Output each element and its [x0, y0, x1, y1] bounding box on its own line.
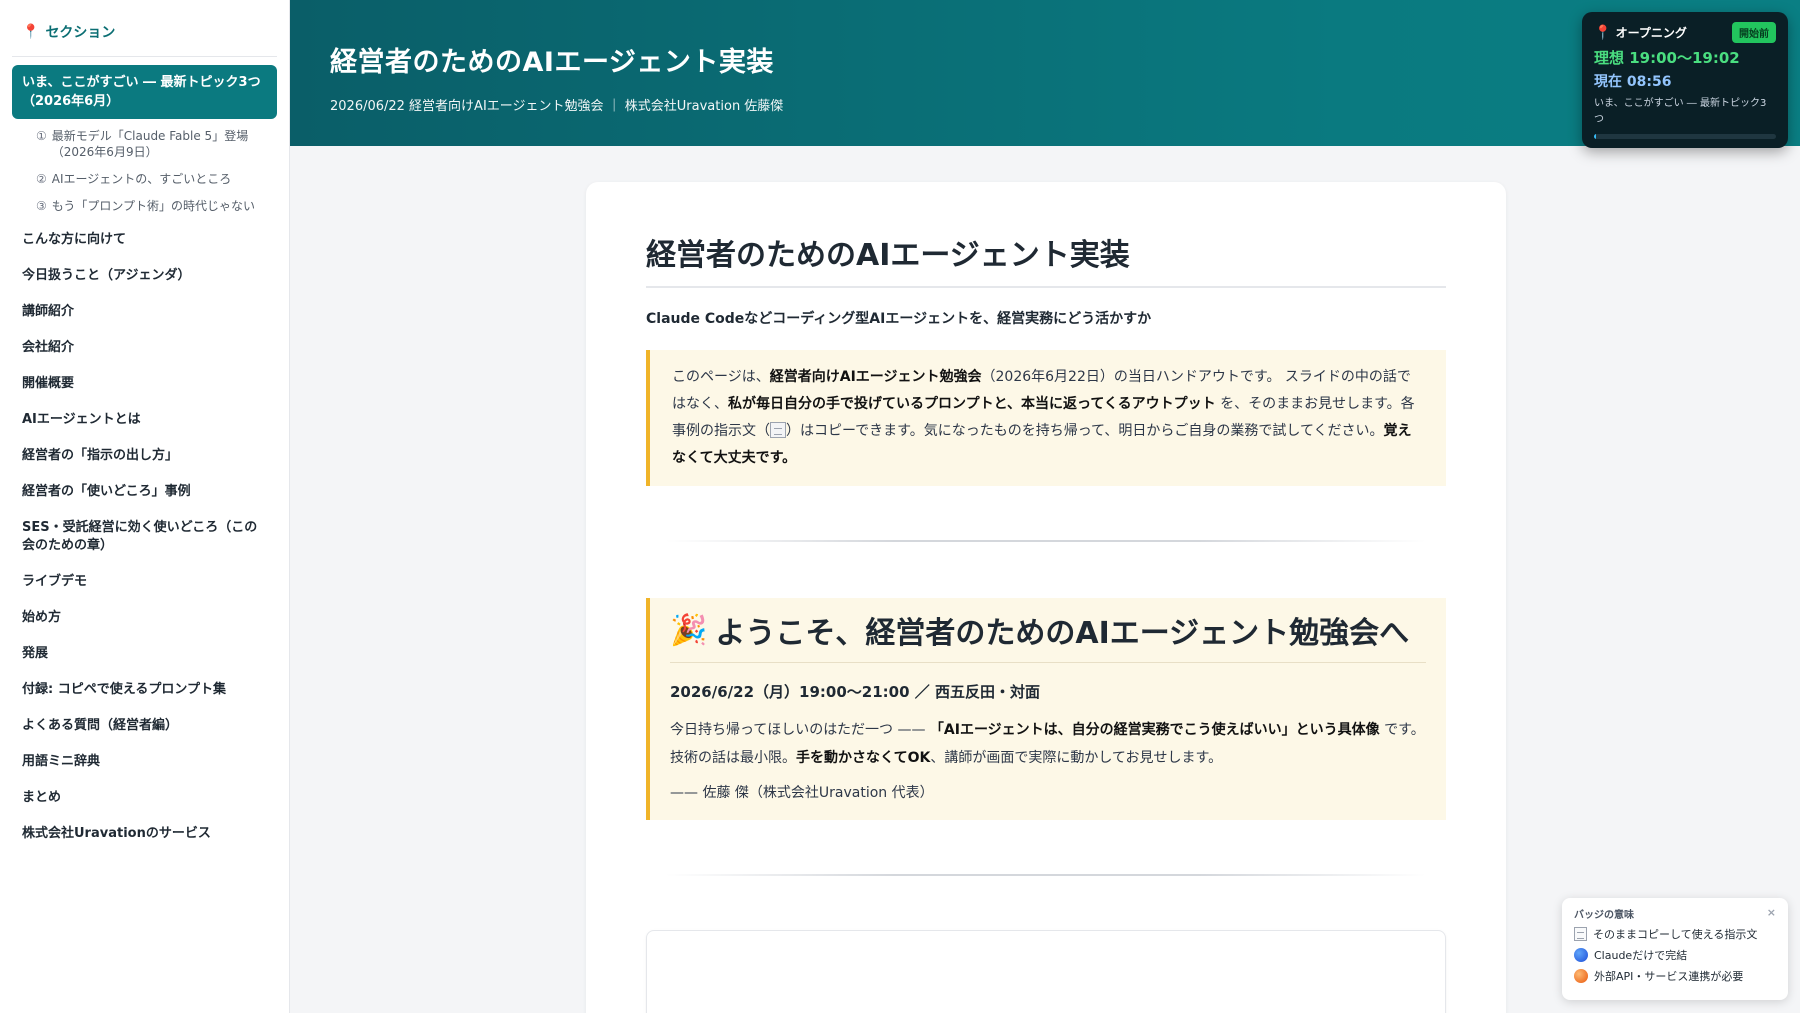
- sidebar-item[interactable]: こんな方に向けて: [12, 222, 277, 258]
- sidebar-item[interactable]: 経営者の「使いどころ」事例: [12, 474, 277, 510]
- subitem-number: ②: [36, 172, 47, 186]
- next-section-box: [646, 930, 1446, 1013]
- welcome-title: 🎉 ようこそ、経営者のためのAIエージェント勉強会へ: [670, 608, 1426, 663]
- sidebar-item[interactable]: 会社紹介: [12, 330, 277, 366]
- timer-current-time: 現在 08:56: [1594, 74, 1672, 90]
- subitem-label: もう「プロンプト術」の時代じゃない: [51, 199, 256, 213]
- note-bold: 経営者向けAIエージェント勉強会: [769, 369, 982, 385]
- intro-note: このページは、経営者向けAIエージェント勉強会（2026年6月22日）の当日ハン…: [646, 350, 1446, 486]
- pin-icon: 📍: [22, 24, 40, 40]
- section-divider: [666, 874, 1426, 876]
- header-subtitle: 2026/06/22 経営者向けAIエージェント勉強会 ｜ 株式会社Uravat…: [330, 99, 784, 114]
- welcome-section: 🎉 ようこそ、経営者のためのAIエージェント勉強会へ 2026/6/22（月）1…: [646, 598, 1446, 820]
- sidebar-item[interactable]: 用語ミニ辞典: [12, 744, 277, 780]
- sidebar-subitem-3[interactable]: ③ もう「プロンプト術」の時代じゃない: [12, 195, 277, 217]
- legend-row: 外部API・サービス連携が必要: [1574, 968, 1776, 984]
- memo-icon: [770, 422, 786, 438]
- sidebar: 📍 セクション いま、ここがすごい ― 最新トピック3つ（2026年6月） ① …: [0, 0, 290, 1013]
- sidebar-item[interactable]: 開催概要: [12, 366, 277, 402]
- welcome-signature: —— 佐藤 傑（株式会社Uravation 代表）: [670, 785, 934, 801]
- page-header: 経営者のためのAIエージェント実装 2026/06/22 経営者向けAIエージェ…: [290, 0, 1800, 146]
- welcome-bold: 「AIエージェントは、自分の経営実務でこう使えばいい」という具体像: [929, 722, 1380, 738]
- legend-label: Claudeだけで完結: [1594, 949, 1688, 962]
- sidebar-item[interactable]: AIエージェントとは: [12, 402, 277, 438]
- sidebar-subitem-2[interactable]: ② AIエージェントの、すごいところ: [12, 168, 277, 190]
- header-title: 経営者のためのAIエージェント実装: [330, 47, 774, 78]
- welcome-text: 、講師が画面で実際に動かしてお見せします。: [930, 750, 1223, 766]
- sidebar-heading: 📍 セクション: [12, 18, 277, 57]
- note-text: このページは、: [672, 369, 770, 385]
- sidebar-item[interactable]: 株式会社Uravationのサービス: [12, 816, 277, 852]
- subitem-label: AIエージェントの、すごいところ: [51, 172, 232, 186]
- sidebar-item[interactable]: 講師紹介: [12, 294, 277, 330]
- welcome-body: 今日持ち帰ってほしいのはただ一つ —— 「AIエージェントは、自分の経営実務でこ…: [670, 716, 1426, 772]
- lead-text: Claude Codeなどコーディング型AIエージェントを、経営実務にどう活かす…: [646, 311, 1152, 327]
- timer-planned-time: 理想 19:00〜19:02: [1594, 49, 1740, 67]
- page-title: 経営者のためのAIエージェント実装: [646, 230, 1446, 288]
- blue-circle-icon: [1574, 948, 1588, 962]
- sidebar-item[interactable]: よくある質問（経営者編）: [12, 708, 277, 744]
- badge-legend: バッジの意味 × そのままコピーして使える指示文 Claudeだけで完結 外部A…: [1562, 898, 1788, 1000]
- party-popper-icon: 🎉: [670, 612, 708, 648]
- subitem-number: ③: [36, 199, 47, 213]
- legend-title: バッジの意味: [1574, 910, 1634, 921]
- welcome-bold: 手を動かさなくてOK: [796, 750, 931, 766]
- status-badge: 開始前: [1732, 22, 1776, 43]
- timer-progress-fill: [1594, 134, 1596, 139]
- sidebar-subitem-1[interactable]: ① 最新モデル「Claude Fable 5」登場（2026年6月9日）: [12, 125, 277, 163]
- timer-progress-bar: [1594, 134, 1776, 139]
- legend-row: そのままコピーして使える指示文: [1574, 926, 1776, 942]
- sidebar-item[interactable]: 始め方: [12, 600, 277, 636]
- subitem-label: 最新モデル「Claude Fable 5」登場（2026年6月9日）: [51, 129, 249, 159]
- session-timer-card[interactable]: 📍 オープニング 開始前 理想 19:00〜19:02 現在 08:56 いま、…: [1582, 12, 1788, 148]
- sidebar-item[interactable]: 今日扱うこと（アジェンダ）: [12, 258, 277, 294]
- legend-label: 外部API・サービス連携が必要: [1594, 970, 1744, 983]
- sidebar-item[interactable]: ライブデモ: [12, 564, 277, 600]
- sidebar-item[interactable]: 付録: コピペで使えるプロンプト集: [12, 672, 277, 708]
- subitem-number: ①: [36, 129, 47, 143]
- timer-topic: いま、ここがすごい ― 最新トピック3つ: [1594, 98, 1767, 125]
- sidebar-item-latest-topics[interactable]: いま、ここがすごい ― 最新トピック3つ（2026年6月）: [12, 65, 277, 119]
- timer-section-label: オープニング: [1615, 26, 1687, 40]
- timer-section-name: 📍 オープニング: [1594, 24, 1687, 41]
- close-icon[interactable]: ×: [1767, 906, 1776, 921]
- welcome-text: 今日持ち帰ってほしいのはただ一つ ——: [670, 722, 930, 738]
- legend-row: Claudeだけで完結: [1574, 947, 1776, 963]
- event-datetime: 2026/6/22（月）19:00〜21:00 ／ 西五反田・対面: [670, 683, 1040, 701]
- sidebar-heading-label: セクション: [45, 25, 116, 41]
- sidebar-item[interactable]: 発展: [12, 636, 277, 672]
- pin-icon: 📍: [1594, 25, 1612, 41]
- sidebar-item[interactable]: 経営者の「指示の出し方」: [12, 438, 277, 474]
- section-divider: [666, 540, 1426, 542]
- sidebar-item[interactable]: SES・受託経営に効く使いどころ（この会のための章）: [12, 510, 277, 564]
- note-bold: 私が毎日自分の手で投げているプロンプトと、本当に返ってくるアウトプット: [728, 396, 1216, 412]
- legend-label: そのままコピーして使える指示文: [1593, 928, 1758, 941]
- orange-circle-icon: [1574, 969, 1588, 983]
- sidebar-item[interactable]: まとめ: [12, 780, 277, 816]
- content-card: 経営者のためのAIエージェント実装 Claude Codeなどコーディング型AI…: [586, 182, 1506, 1013]
- note-text: ）はコピーできます。気になったものを持ち帰って、明日からご自身の業務で試してくだ…: [786, 423, 1384, 439]
- memo-icon: [1574, 927, 1587, 941]
- welcome-title-text: ようこそ、経営者のためのAIエージェント勉強会へ: [715, 616, 1410, 651]
